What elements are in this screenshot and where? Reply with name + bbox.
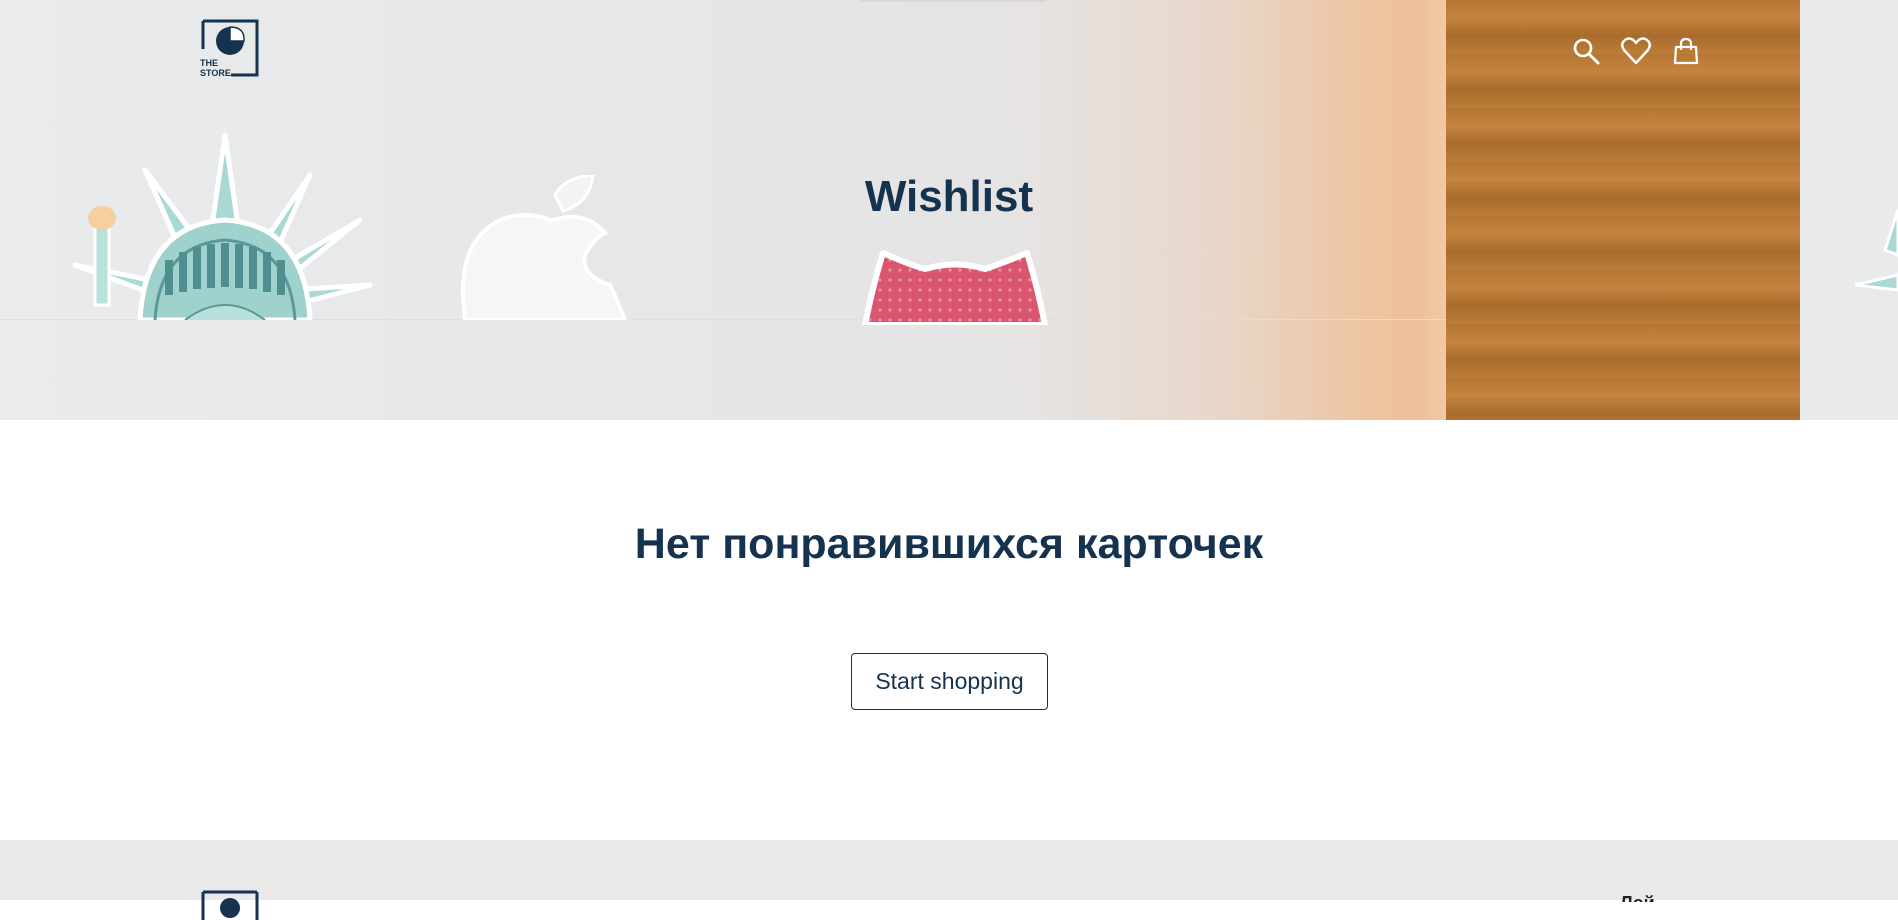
logo-text-the: THE	[200, 58, 218, 68]
wishlist-content: Нет понравившихся карточек Start shoppin…	[0, 420, 1898, 840]
liberty-crown-sticker	[55, 130, 415, 320]
header-actions	[1570, 34, 1702, 68]
hero-banner: THE STORE Wishlist	[0, 0, 1898, 420]
empty-wishlist-message: Нет понравившихся карточек	[634, 520, 1264, 568]
search-icon[interactable]	[1570, 35, 1602, 67]
site-header: THE STORE	[0, 0, 1898, 90]
footer-link[interactable]: Лой	[1620, 894, 1655, 902]
shopping-bag-icon[interactable]	[1670, 35, 1702, 67]
heart-icon[interactable]	[1620, 35, 1652, 67]
site-footer: Лой	[0, 840, 1898, 920]
logo-text-store: STORE	[200, 68, 231, 77]
start-shopping-button[interactable]: Start shopping	[851, 653, 1048, 710]
page-title: Wishlist	[864, 172, 1034, 221]
brand-logo[interactable]: THE STORE	[199, 19, 261, 78]
footer-brand-logo[interactable]	[199, 890, 261, 920]
cat-ears-sticker	[855, 245, 1055, 325]
